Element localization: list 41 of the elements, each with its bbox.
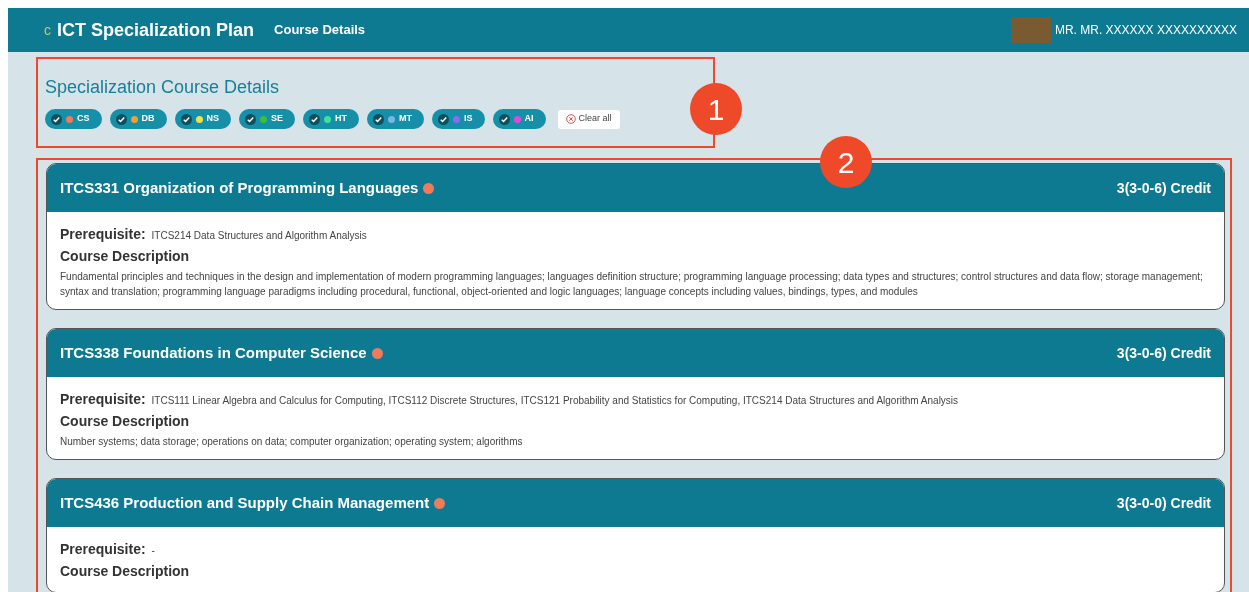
user-name: MR. MR. XXXXXX XXXXXXXXXX — [1054, 22, 1237, 39]
prerequisite-label: Prerequisite: — [60, 390, 146, 409]
filter-chip[interactable]: HT — [303, 109, 360, 129]
page-subtitle: Course Details — [274, 21, 366, 40]
checkmark-icon — [180, 113, 192, 125]
close-icon — [565, 114, 576, 124]
filter-chip[interactable]: IS — [432, 109, 485, 129]
filter-chip[interactable]: DB — [109, 109, 167, 129]
course-credit: 3(3-0-6) Credit — [1116, 178, 1211, 198]
filter-chip[interactable]: NS — [174, 109, 232, 129]
description-label: Course Description — [60, 247, 191, 266]
checkmark-icon — [373, 113, 385, 125]
checkmark-icon — [245, 113, 257, 125]
prerequisite-text: - — [151, 544, 155, 558]
prerequisite-text: ITCS214 Data Structures and Algorithm Analysis — [151, 229, 367, 243]
filter-chip[interactable]: MT — [367, 109, 425, 129]
course-credit: 3(3-0-6) Credit — [1116, 343, 1211, 363]
course-title: ITCS436 Production and Supply Chain Management — [60, 492, 430, 513]
description-text: Number systems; data storage; operations on data; computer organization; operating system; algorithms — [60, 435, 524, 449]
description-text: Fundamental principles and techniques in the design and implementation of modern programming languages; languages definition structure; programming language processing; data types and structures; control structures and data flow; storage management; syntax and translation; programming language paradigms including procedural, functional, object-oriented and logic languages; language concepts including values, bindings, types, and modules — [60, 270, 1204, 299]
prerequisite-label: Prerequisite: — [60, 225, 146, 244]
course-title: ITCS338 Foundations in Computer Science — [60, 342, 367, 363]
logo-mark: c — [44, 20, 51, 40]
description-label: Course Description — [60, 412, 191, 431]
filter-chip[interactable]: SE — [239, 109, 296, 129]
checkmark-icon — [309, 113, 321, 125]
filter-chip[interactable]: CS — [45, 109, 102, 129]
avatar-placeholder[interactable] — [1010, 17, 1051, 43]
course-title: ITCS331 Organization of Programming Languages — [60, 177, 419, 198]
checkmark-icon — [115, 113, 127, 125]
app-title: ICT Specialization Plan — [57, 18, 255, 42]
prerequisite-label: Prerequisite: — [60, 540, 146, 559]
checkmark-icon — [498, 113, 510, 125]
clear-all-button[interactable]: Clear all — [557, 109, 620, 129]
section-title: Specialization Course Details — [45, 76, 281, 99]
checkmark-icon — [438, 113, 450, 125]
filter-chip[interactable]: AI — [492, 109, 546, 129]
checkmark-icon — [51, 113, 62, 125]
description-label: Course Description — [60, 562, 191, 581]
prerequisite-text: ITCS111 Linear Algebra and Calculus for Computing, ITCS112 Discrete Structures, ITCS121 Probability and Statistics for Computing, ITCS214 Data Structures and Algorithm Analysis — [151, 394, 959, 408]
course-credit: 3(3-0-0) Credit — [1116, 493, 1211, 513]
